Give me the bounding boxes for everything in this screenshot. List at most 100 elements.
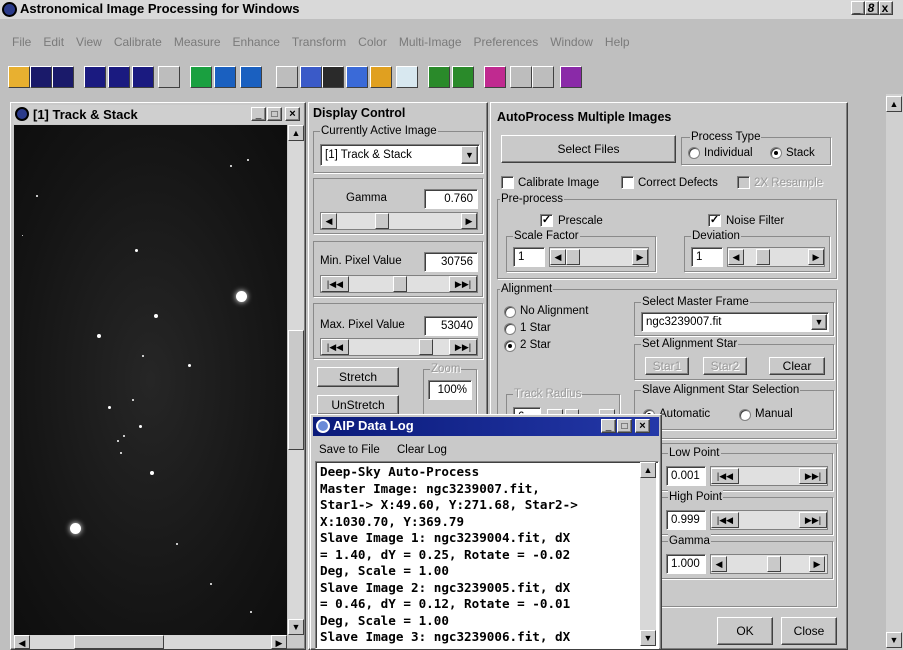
slider-right-arrow[interactable]: ▶ <box>808 249 824 265</box>
low-point-input[interactable]: 0.001 <box>666 466 706 486</box>
blank2-icon[interactable] <box>510 66 532 88</box>
menu-preferences[interactable]: Preferences <box>474 35 539 49</box>
star-icon[interactable] <box>452 66 474 88</box>
clear-star-button[interactable]: Clear <box>769 357 825 375</box>
high-point-slider[interactable]: |◀◀ ▶▶| <box>710 510 828 530</box>
menu-enhance[interactable]: Enhance <box>233 35 280 49</box>
correct-defects-checkbox[interactable] <box>621 176 634 189</box>
chevron-down-icon[interactable]: ▼ <box>461 146 478 164</box>
log-close-button[interactable]: × <box>635 419 650 433</box>
max-pixel-input[interactable]: 53040 <box>424 316 478 336</box>
scroll-down-arrow[interactable]: ▼ <box>640 630 656 646</box>
blank3-icon[interactable] <box>532 66 554 88</box>
menu-window[interactable]: Window <box>550 35 593 49</box>
close-button[interactable]: Close <box>781 617 837 645</box>
astronomical-image[interactable] <box>14 125 287 635</box>
compare-icon[interactable] <box>428 66 450 88</box>
low-point-slider[interactable]: |◀◀ ▶▶| <box>710 466 828 486</box>
ok-button[interactable]: OK <box>717 617 773 645</box>
stretch-2-icon[interactable] <box>214 66 236 88</box>
zoom-input[interactable]: 100% <box>428 380 472 400</box>
manual-radio[interactable] <box>739 409 751 421</box>
gamma-slider[interactable]: ◀ ▶ <box>320 212 478 230</box>
slider-left-arrow[interactable]: ◀ <box>321 213 337 229</box>
image-maximize-button[interactable]: □ <box>267 107 282 121</box>
menu-help[interactable]: Help <box>605 35 630 49</box>
noise-filter-checkbox[interactable]: ✓ <box>708 214 721 227</box>
slider-left-arrow[interactable]: ◀ <box>550 249 566 265</box>
log-minimize-button[interactable]: _ <box>601 419 616 433</box>
color-icon[interactable] <box>484 66 506 88</box>
min-pixel-input[interactable]: 30756 <box>424 252 478 272</box>
scroll-up-arrow[interactable]: ▲ <box>288 125 304 141</box>
image-icon[interactable] <box>346 66 368 88</box>
slider-fast-right-arrow[interactable]: ▶▶| <box>449 339 477 355</box>
post-gamma-slider[interactable]: ◀ ▶ <box>710 554 828 574</box>
slider-thumb[interactable] <box>393 276 407 292</box>
star2-button[interactable]: Star2 <box>703 357 747 375</box>
fft-icon[interactable] <box>370 66 392 88</box>
clear-log-menu[interactable]: Clear Log <box>397 443 447 457</box>
slider-thumb[interactable] <box>756 249 770 265</box>
hscroll-thumb[interactable] <box>74 635 164 649</box>
slider-thumb[interactable] <box>419 339 433 355</box>
deviation-input[interactable]: 1 <box>691 247 723 267</box>
menu-measure[interactable]: Measure <box>174 35 221 49</box>
ddp-icon[interactable] <box>300 66 322 88</box>
window-controls[interactable]: _ 8 x <box>851 1 903 17</box>
log-text-area[interactable]: Deep-Sky Auto-Process Master Image: ngc32… <box>315 461 659 649</box>
stretch-3-icon[interactable] <box>240 66 262 88</box>
layout-3-icon[interactable] <box>132 66 154 88</box>
layout-2-icon[interactable] <box>108 66 130 88</box>
slider-fast-left-arrow[interactable]: |◀◀ <box>321 276 349 292</box>
menu-edit[interactable]: Edit <box>43 35 64 49</box>
deviation-slider[interactable]: ◀ ▶ <box>727 247 825 267</box>
book-icon[interactable] <box>560 66 582 88</box>
menu-transform[interactable]: Transform <box>292 35 346 49</box>
image-vertical-scrollbar[interactable]: ▲ ▼ <box>288 125 304 635</box>
save-to-file-menu[interactable]: Save to File <box>319 443 380 457</box>
slider-right-arrow[interactable]: ▶ <box>632 249 648 265</box>
menu-file[interactable]: File <box>12 35 31 49</box>
minimize-button[interactable]: _ <box>851 1 865 15</box>
two-star-radio[interactable] <box>504 340 516 352</box>
save-icon[interactable] <box>30 66 52 88</box>
one-star-radio[interactable] <box>504 323 516 335</box>
stretch-1-icon[interactable] <box>190 66 212 88</box>
slider-fast-left-arrow[interactable]: |◀◀ <box>711 512 739 528</box>
post-gamma-input[interactable]: 1.000 <box>666 554 706 574</box>
min-pixel-slider[interactable]: |◀◀ ▶▶| <box>320 275 478 293</box>
scroll-left-arrow[interactable]: ◀ <box>14 635 30 649</box>
calibrate-checkbox[interactable] <box>501 176 514 189</box>
scroll-up-arrow[interactable]: ▲ <box>886 96 902 112</box>
high-point-input[interactable]: 0.999 <box>666 510 706 530</box>
blank-icon[interactable] <box>158 66 180 88</box>
app-vertical-scrollbar[interactable]: ▲ ▼ <box>886 94 903 650</box>
open-icon[interactable] <box>8 66 30 88</box>
slider-fast-right-arrow[interactable]: ▶▶| <box>799 468 827 484</box>
scroll-up-arrow[interactable]: ▲ <box>640 462 656 478</box>
slider-right-arrow[interactable]: ▶ <box>461 213 477 229</box>
slider-fast-left-arrow[interactable]: |◀◀ <box>711 468 739 484</box>
slider-fast-left-arrow[interactable]: |◀◀ <box>321 339 349 355</box>
crop-icon[interactable] <box>322 66 344 88</box>
scale-factor-slider[interactable]: ◀ ▶ <box>549 247 649 267</box>
slider-right-arrow[interactable]: ▶ <box>809 556 825 572</box>
scale-factor-input[interactable]: 1 <box>513 247 545 267</box>
layout-1-icon[interactable] <box>84 66 106 88</box>
resample-checkbox[interactable] <box>737 176 750 189</box>
register-icon[interactable] <box>396 66 418 88</box>
slider-left-arrow[interactable]: ◀ <box>728 249 744 265</box>
save-all-icon[interactable] <box>52 66 74 88</box>
slider-fast-right-arrow[interactable]: ▶▶| <box>449 276 477 292</box>
prescale-checkbox[interactable]: ✓ <box>540 214 553 227</box>
active-image-select[interactable]: [1] Track & Stack <box>320 144 480 166</box>
slider-fast-right-arrow[interactable]: ▶▶| <box>799 512 827 528</box>
max-pixel-slider[interactable]: |◀◀ ▶▶| <box>320 338 478 356</box>
dde-icon[interactable] <box>276 66 298 88</box>
individual-radio[interactable] <box>688 147 700 159</box>
log-scrollbar[interactable]: ▲ ▼ <box>640 462 656 646</box>
stretch-button[interactable]: Stretch <box>317 367 399 387</box>
log-maximize-button[interactable]: □ <box>617 419 632 433</box>
master-frame-select[interactable]: ngc3239007.fit <box>641 312 829 332</box>
